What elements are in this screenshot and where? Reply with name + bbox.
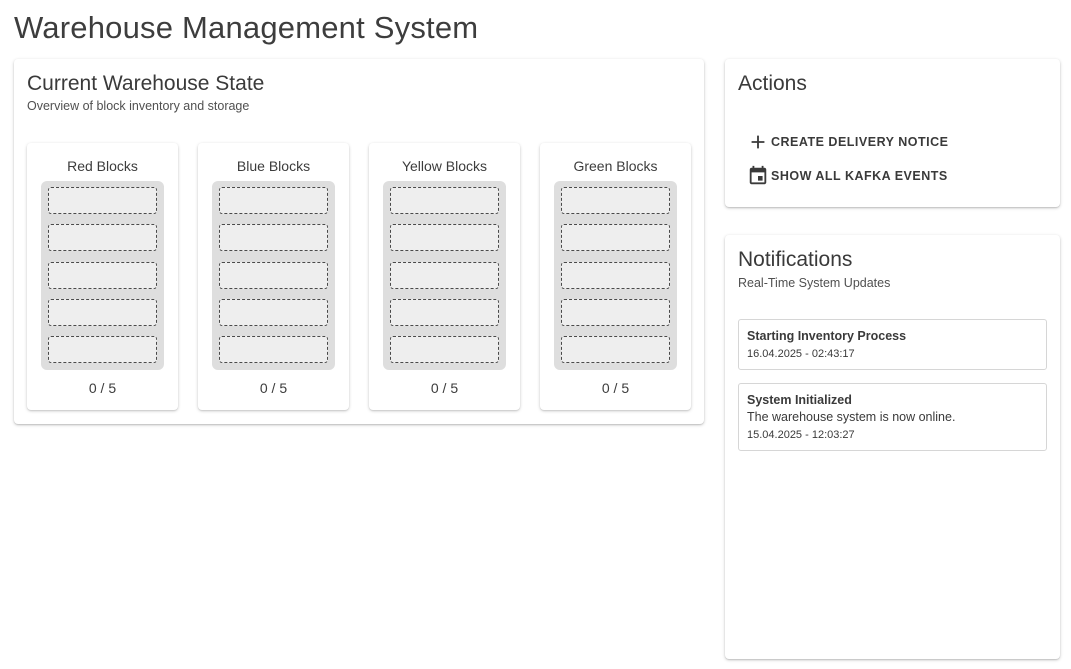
notification-title: System Initialized [747,393,852,407]
storage-slot [390,336,499,363]
notification-message: The warehouse system is now online. [747,410,956,424]
notification-time: 16.04.2025 - 02:43:17 [747,348,855,360]
block-name: Red Blocks [67,158,138,174]
storage-slot [390,224,499,251]
notification-item: System Initialized The warehouse system … [738,383,1047,451]
show-kafka-events-button[interactable]: SHOW ALL KAFKA EVENTS [747,163,948,189]
notifications-card: Notifications Real-Time System Updates S… [725,235,1060,659]
show-kafka-events-label: SHOW ALL KAFKA EVENTS [771,169,948,183]
page-title: Warehouse Management System [14,10,479,45]
storage-slot [219,262,328,289]
block-count: 0 / 5 [88,380,117,396]
storage-slot [48,299,157,326]
storage-slot [219,299,328,326]
slot-rack [383,181,506,370]
block-card-yellow: Yellow Blocks 0 / 5 [369,143,520,410]
storage-slot [390,299,499,326]
block-card-red: Red Blocks 0 / 5 [27,143,178,410]
block-card-blue: Blue Blocks 0 / 5 [198,143,349,410]
notification-item: Starting Inventory Process 16.04.2025 - … [738,319,1047,370]
actions-title: Actions [738,72,807,95]
block-card-green: Green Blocks 0 / 5 [540,143,691,410]
storage-slot [561,262,670,289]
storage-slot [561,299,670,326]
block-count: 0 / 5 [601,380,630,396]
storage-slot [561,224,670,251]
block-count: 0 / 5 [430,380,459,396]
calendar-icon [749,165,767,185]
block-name: Yellow Blocks [401,158,488,174]
warehouse-state-card: Current Warehouse State Overview of bloc… [14,59,704,424]
notifications-title: Notifications [738,248,853,271]
warehouse-state-title: Current Warehouse State [27,72,265,95]
block-name: Green Blocks [573,158,658,174]
storage-slot [219,187,328,214]
slot-rack [212,181,335,370]
storage-slot [219,336,328,363]
warehouse-state-subtitle: Overview of block inventory and storage [27,99,250,113]
storage-slot [390,262,499,289]
notification-title: Starting Inventory Process [747,329,907,343]
storage-slot [219,224,328,251]
storage-slot [48,262,157,289]
block-count: 0 / 5 [259,380,288,396]
storage-slot [390,187,499,214]
storage-slot [48,187,157,214]
storage-slot [48,224,157,251]
storage-slot [561,187,670,214]
create-delivery-notice-label: CREATE DELIVERY NOTICE [771,135,949,149]
block-name: Blue Blocks [236,158,311,174]
notification-time: 15.04.2025 - 12:03:27 [747,429,855,441]
slot-rack [554,181,677,370]
notifications-subtitle: Real-Time System Updates [738,276,891,290]
create-delivery-notice-button[interactable]: CREATE DELIVERY NOTICE [747,129,948,155]
plus-icon [751,135,765,149]
actions-card: Actions CREATE DELIVERY NOTICE SHOW ALL … [725,59,1060,207]
storage-slot [561,336,670,363]
storage-slot [48,336,157,363]
slot-rack [41,181,164,370]
